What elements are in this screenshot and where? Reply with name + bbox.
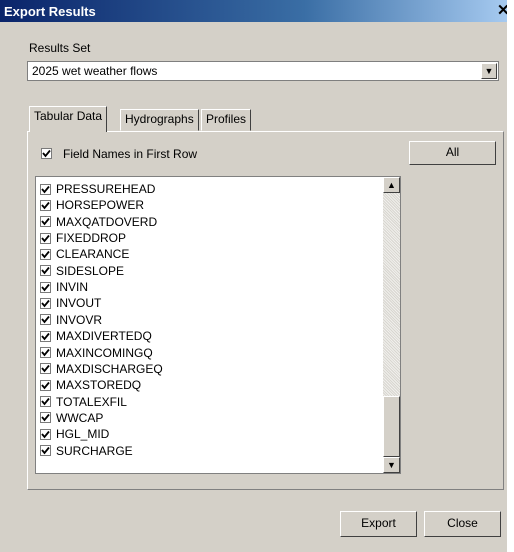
- check-icon: [41, 234, 50, 242]
- scrollbar-thumb[interactable]: [383, 396, 400, 457]
- fields-list: PRESSUREHEAD HORSEPOWER MAXQATDOVERD FIXEDD…: [35, 176, 401, 474]
- field-checkbox[interactable]: [40, 347, 51, 358]
- field-checkbox[interactable]: [40, 363, 51, 375]
- field-label: MAXINCOMINGQ: [56, 345, 153, 360]
- list-item[interactable]: PRESSUREHEAD: [40, 181, 155, 197]
- results-set-label: Results Set: [29, 41, 91, 55]
- check-icon: [41, 316, 50, 324]
- field-checkbox[interactable]: [40, 183, 51, 195]
- export-button[interactable]: Export: [340, 511, 417, 537]
- field-label: INVIN: [56, 280, 89, 295]
- field-checkbox[interactable]: [40, 232, 51, 244]
- field-checkbox[interactable]: [40, 216, 51, 228]
- list-item[interactable]: WWCAP: [40, 410, 103, 426]
- list-item[interactable]: INVIN: [40, 279, 88, 295]
- field-checkbox[interactable]: [40, 445, 51, 457]
- field-label: PRESSUREHEAD: [56, 182, 156, 196]
- all-button[interactable]: All: [409, 141, 496, 165]
- check-icon: [41, 365, 50, 373]
- list-item[interactable]: SURCHARGE: [40, 443, 133, 459]
- check-icon: [41, 185, 50, 193]
- field-checkbox[interactable]: [40, 265, 51, 277]
- check-icon: [42, 149, 51, 158]
- field-label: TOTALEXFIL: [56, 394, 127, 409]
- check-icon: [41, 250, 50, 259]
- field-label: MAXSTOREDQ: [56, 378, 142, 393]
- field-checkbox[interactable]: [40, 314, 51, 326]
- check-icon: [41, 267, 50, 275]
- field-label: MAXDIVERTEDQ: [56, 329, 152, 344]
- check-icon: [41, 447, 50, 455]
- close-icon[interactable]: ✕: [497, 1, 507, 19]
- list-item[interactable]: MAXINCOMINGQ: [40, 345, 153, 361]
- check-icon: [41, 348, 50, 357]
- tab-profiles[interactable]: Profiles: [201, 109, 252, 131]
- field-label: SIDESLOPE: [56, 263, 125, 278]
- chevron-down-icon[interactable]: ▼: [481, 63, 497, 79]
- field-label: INVOVR: [56, 312, 103, 327]
- field-checkbox[interactable]: [40, 412, 51, 424]
- field-label: SURCHARGE: [56, 443, 133, 458]
- field-checkbox[interactable]: [40, 199, 51, 211]
- list-item[interactable]: FIXEDDROP: [40, 230, 126, 246]
- field-checkbox[interactable]: [40, 428, 51, 440]
- list-item[interactable]: MAXQATDOVERD: [40, 214, 157, 230]
- list-item[interactable]: CLEARANCE: [40, 246, 129, 262]
- export-results-dialog: Export Results ✕ Results Set 2025 wet we…: [0, 0, 507, 552]
- field-checkbox[interactable]: [40, 281, 51, 293]
- field-checkbox[interactable]: [40, 379, 51, 391]
- list-item[interactable]: MAXDIVERTEDQ: [40, 328, 152, 344]
- check-icon: [41, 414, 50, 422]
- field-label: FIXEDDROP: [56, 231, 127, 246]
- tab-tabular-data[interactable]: Tabular Data: [29, 106, 108, 132]
- field-checkbox[interactable]: [40, 396, 51, 408]
- check-icon: [41, 430, 50, 439]
- fields-scrollbar[interactable]: ▲ ▼: [383, 177, 400, 473]
- check-icon: [41, 283, 50, 292]
- results-set-value: 2025 wet weather flows: [32, 64, 158, 78]
- field-label: WWCAP: [56, 410, 104, 425]
- check-icon: [41, 397, 50, 406]
- title-bar: Export Results ✕: [0, 0, 507, 22]
- tab-hydrographs[interactable]: Hydrographs: [120, 109, 199, 131]
- field-label: HORSEPOWER: [56, 198, 145, 213]
- field-checkbox[interactable]: [40, 297, 51, 309]
- check-icon: [41, 299, 50, 308]
- field-label: INVOUT: [56, 296, 102, 311]
- field-label: CLEARANCE: [56, 247, 130, 262]
- field-names-checkbox[interactable]: [41, 148, 52, 159]
- field-label: MAXQATDOVERD: [56, 214, 158, 229]
- list-item[interactable]: INVOUT: [40, 295, 101, 311]
- dialog-title: Export Results: [4, 4, 96, 19]
- list-item[interactable]: MAXDISCHARGEQ: [40, 361, 163, 377]
- check-icon: [41, 218, 50, 226]
- results-set-dropdown[interactable]: 2025 wet weather flows ▼: [27, 61, 499, 81]
- field-checkbox[interactable]: [40, 330, 51, 342]
- scroll-down-icon[interactable]: ▼: [383, 457, 400, 473]
- list-item[interactable]: TOTALEXFIL: [40, 394, 127, 410]
- field-label: HGL_MID: [56, 427, 110, 442]
- field-names-label: Field Names in First Row: [63, 147, 198, 161]
- list-item[interactable]: HORSEPOWER: [40, 197, 144, 213]
- field-label: MAXDISCHARGEQ: [56, 361, 163, 376]
- list-item[interactable]: INVOVR: [40, 312, 102, 328]
- check-icon: [41, 332, 50, 341]
- check-icon: [41, 201, 50, 210]
- field-checkbox[interactable]: [40, 248, 51, 260]
- list-item[interactable]: MAXSTOREDQ: [40, 377, 141, 393]
- scroll-up-icon[interactable]: ▲: [383, 177, 400, 193]
- list-item[interactable]: HGL_MID: [40, 426, 109, 442]
- close-button[interactable]: Close: [424, 511, 501, 537]
- list-item[interactable]: SIDESLOPE: [40, 263, 124, 279]
- check-icon: [41, 381, 50, 390]
